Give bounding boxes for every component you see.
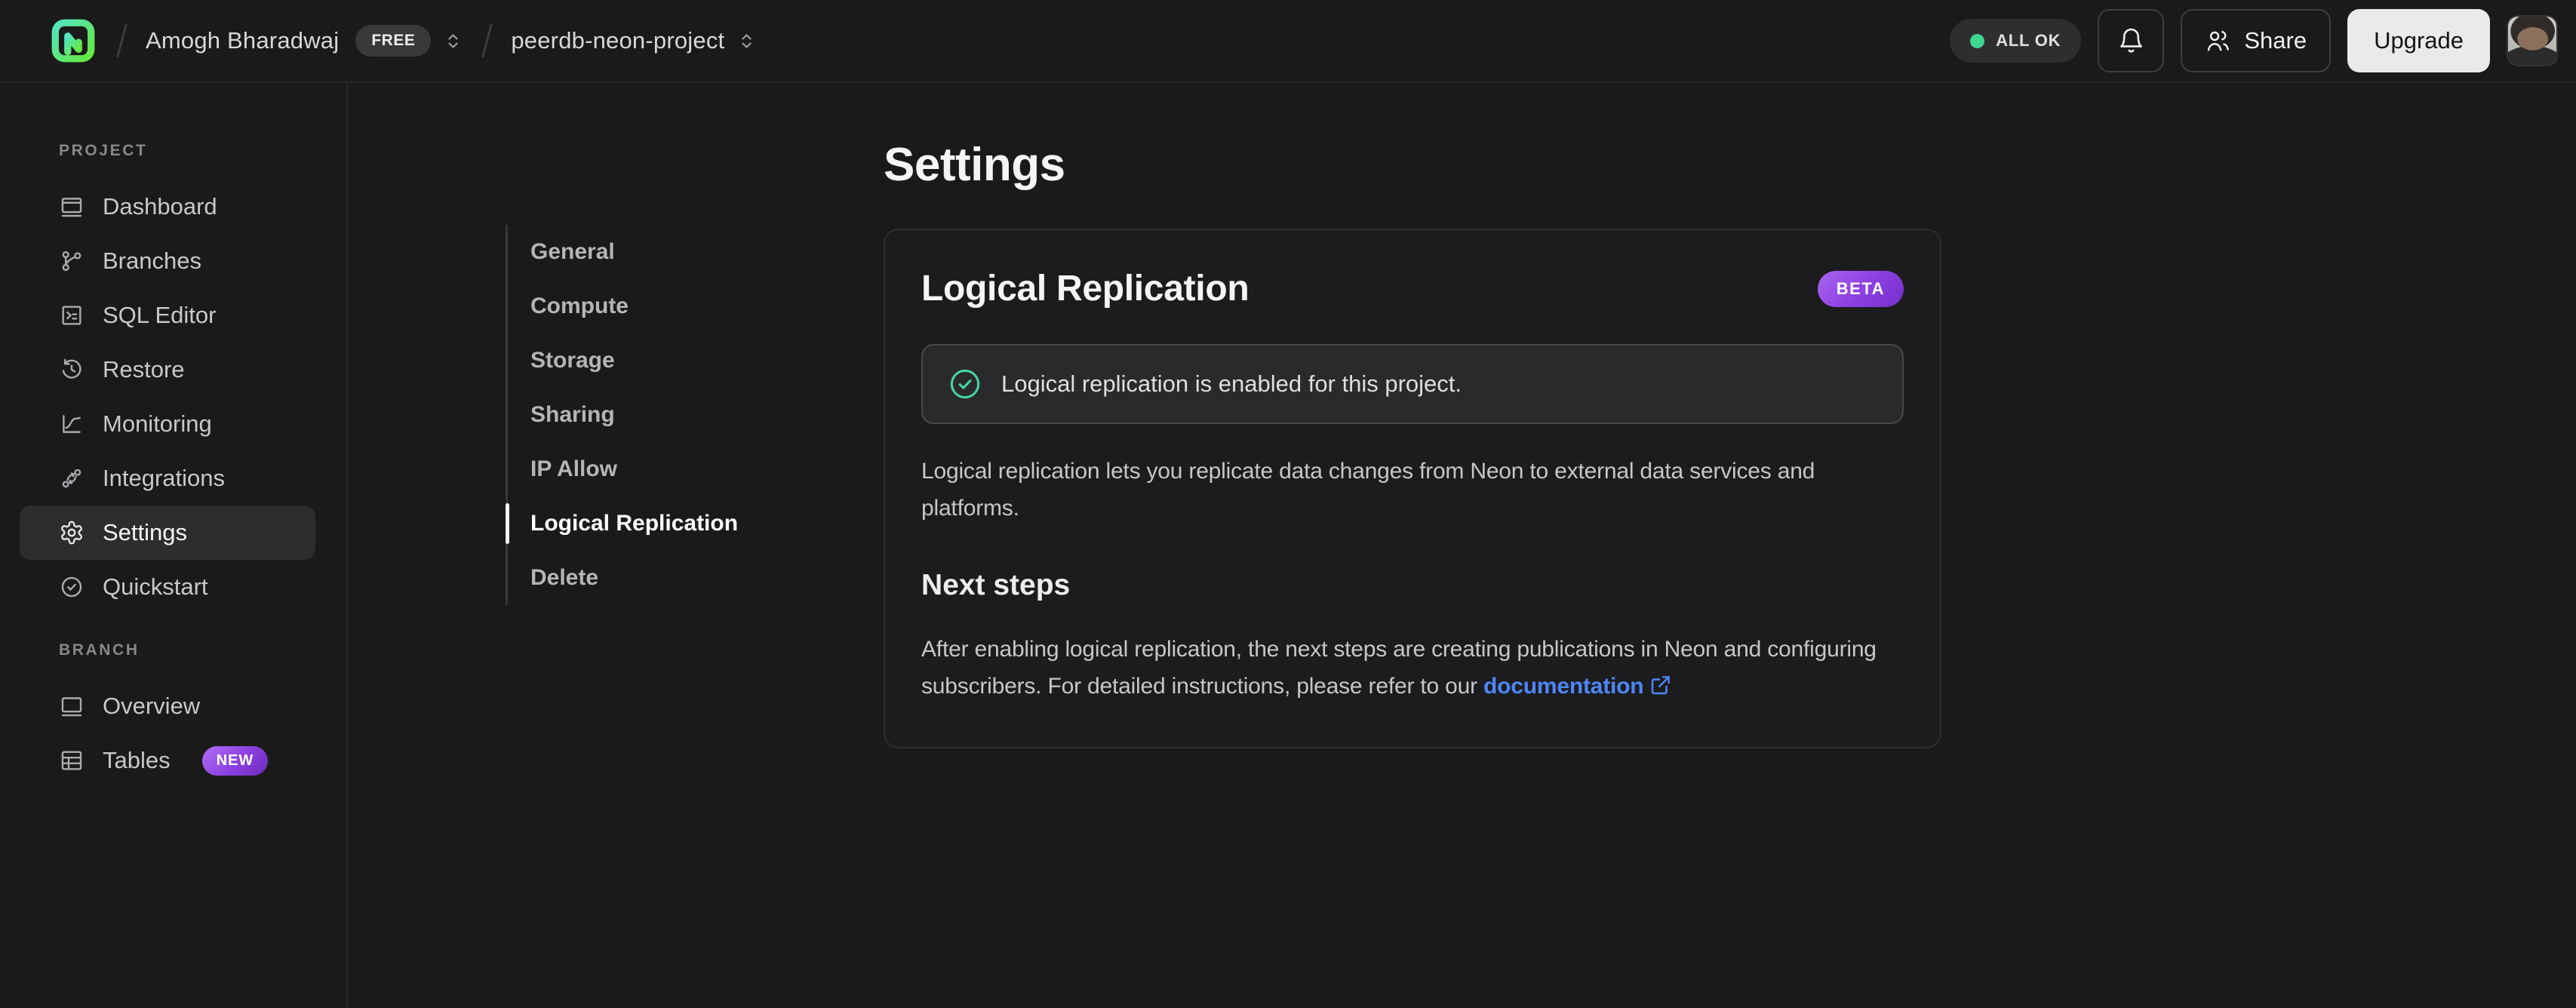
upgrade-label: Upgrade [2374, 27, 2464, 54]
sidebar-section-label: PROJECT [59, 142, 148, 159]
sidebar-item-label: Restore [103, 356, 185, 383]
sidebar-item-overview[interactable]: Overview [20, 679, 315, 733]
terminal-icon [62, 306, 81, 325]
sidebar-item-monitoring[interactable]: Monitoring [20, 397, 315, 451]
status-banner: Logical replication is enabled for this … [921, 344, 1904, 424]
sidebar-item-dashboard[interactable]: Dashboard [20, 180, 315, 234]
external-link-icon [1652, 676, 1671, 695]
upgrade-button[interactable]: Upgrade [2347, 9, 2490, 72]
notifications-button[interactable] [2098, 9, 2165, 72]
sidebar-item-integrations[interactable]: Integrations [20, 451, 315, 506]
card-title: Logical Replication [921, 269, 1250, 309]
settings-nav-logical-replication[interactable]: Logical Replication [506, 496, 853, 551]
card-header: Logical Replication BETA [921, 268, 1904, 309]
share-button[interactable]: Share [2181, 9, 2332, 72]
settings-nav-compute[interactable]: Compute [530, 279, 853, 333]
new-badge: NEW [201, 745, 269, 776]
settings-nav: General Compute Storage Sharing IP Allow… [506, 225, 853, 1006]
sidebar-item-label: Settings [103, 519, 188, 545]
share-label: Share [2244, 27, 2307, 54]
beta-badge: BETA [1817, 270, 1904, 307]
sidebar-item-tables[interactable]: Tables NEW [20, 733, 315, 788]
settings-nav-ip-allow[interactable]: IP Allow [530, 442, 853, 496]
settings-nav-storage[interactable]: Storage [530, 333, 853, 388]
sidebar-section-project: PROJECT Dashboard Branches SQL Editor Re… [20, 142, 346, 614]
breadcrumb-separator [481, 23, 493, 58]
chevron-updown-icon [448, 33, 459, 48]
success-check-icon [950, 369, 980, 399]
status-dot [1970, 33, 1985, 48]
table-icon [61, 751, 82, 770]
documentation-link[interactable]: documentation [1483, 674, 1672, 699]
gear-icon [61, 521, 82, 545]
main-panel: Settings Logical Replication BETA Logica… [884, 83, 1941, 1006]
sidebar-item-restore[interactable]: Restore [20, 343, 315, 397]
sidebar-item-label: Monitoring [103, 410, 212, 437]
chevron-updown-icon [742, 33, 752, 48]
sidebar-section-label: BRANCH [59, 641, 140, 659]
sidebar-item-label: Quickstart [103, 573, 208, 600]
sidebar-item-label: Overview [103, 693, 201, 719]
sidebar: PROJECT Dashboard Branches SQL Editor Re… [0, 83, 348, 1006]
bell-icon [2120, 28, 2142, 53]
sidebar-item-settings[interactable]: Settings [20, 506, 315, 560]
settings-nav-general[interactable]: General [530, 225, 853, 279]
next-steps-heading: Next steps [921, 569, 1071, 601]
check-circle-icon [61, 576, 82, 598]
sidebar-item-label: Integrations [103, 465, 225, 491]
plan-badge: FREE [355, 25, 432, 57]
sidebar-section-branch: BRANCH Overview Tables NEW [20, 641, 346, 788]
card-description: Logical replication lets you replicate d… [921, 459, 1815, 521]
logical-replication-card: Logical Replication BETA Logical replica… [884, 229, 1941, 748]
next-steps-text: After enabling logical replication, the … [921, 637, 1877, 699]
neon-logo-icon [51, 19, 95, 63]
content-area: General Compute Storage Sharing IP Allow… [348, 83, 2576, 1006]
sync-nodes-icon [62, 469, 81, 488]
chart-line-icon [63, 415, 81, 433]
sidebar-item-label: Tables [103, 747, 171, 773]
settings-nav-delete[interactable]: Delete [530, 551, 853, 605]
documentation-link-label: documentation [1483, 674, 1644, 699]
status-label: ALL OK [1996, 31, 2061, 50]
sidebar-item-sql-editor[interactable]: SQL Editor [20, 288, 315, 343]
project-selector[interactable]: peerdb-neon-project [511, 27, 757, 54]
settings-nav-sharing[interactable]: Sharing [530, 388, 853, 442]
app-body: PROJECT Dashboard Branches SQL Editor Re… [0, 83, 2576, 1006]
history-icon [62, 358, 81, 379]
header-actions: ALL OK Share Upgrade [1950, 9, 2558, 72]
account-name: Amogh Bharadwaj [146, 27, 340, 54]
git-branch-icon [62, 250, 81, 272]
project-name: peerdb-neon-project [511, 27, 725, 54]
sidebar-item-label: Dashboard [103, 193, 217, 220]
account-selector[interactable]: Amogh Bharadwaj FREE [146, 25, 463, 57]
breadcrumb-separator [116, 23, 128, 58]
window-icon [61, 697, 82, 717]
status-pill[interactable]: ALL OK [1950, 19, 2082, 63]
sidebar-item-branches[interactable]: Branches [20, 234, 315, 288]
next-steps-paragraph: After enabling logical replication, the … [921, 631, 1904, 705]
sidebar-item-label: Branches [103, 247, 201, 274]
users-icon [2208, 30, 2230, 51]
sidebar-item-quickstart[interactable]: Quickstart [20, 560, 315, 614]
sidebar-item-label: SQL Editor [103, 302, 217, 328]
window-icon [61, 198, 82, 217]
user-avatar[interactable] [2507, 15, 2558, 66]
status-banner-text: Logical replication is enabled for this … [1001, 370, 1462, 397]
page-title: Settings [884, 139, 1065, 191]
neon-logo[interactable] [48, 16, 98, 66]
top-bar: Amogh Bharadwaj FREE peerdb-neon-project… [0, 0, 2576, 83]
